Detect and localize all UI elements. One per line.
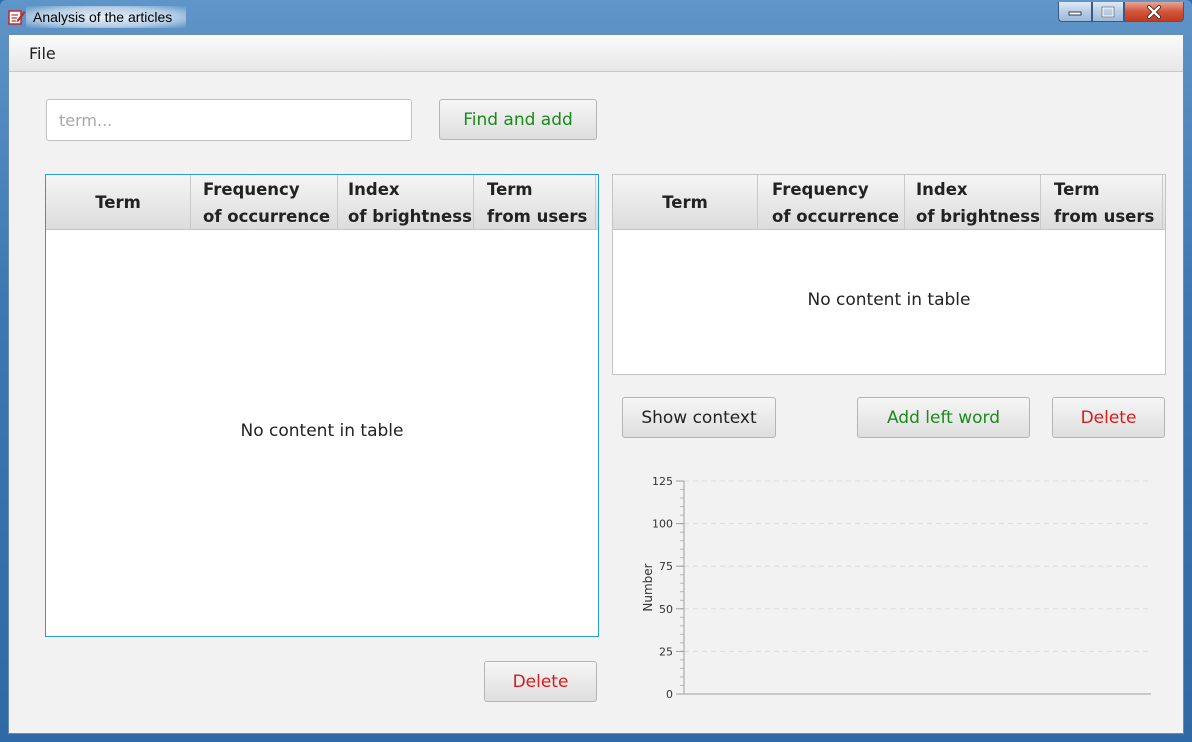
table-header: Term Frequency of occurrence Index of brig…: [613, 175, 1165, 230]
y-tick-label: 25: [659, 645, 673, 658]
minimize-button[interactable]: [1058, 2, 1092, 22]
show-context-button[interactable]: Show context: [622, 397, 776, 438]
window-title: Analysis of the articles: [33, 9, 173, 25]
column-header-brightness[interactable]: Index of brightness: [905, 175, 1041, 230]
menu-file[interactable]: File: [21, 44, 64, 63]
y-tick-label: 50: [659, 603, 673, 616]
y-tick-label: 125: [652, 475, 673, 488]
frequency-chart: 0 25 50 75 100 125 Number: [641, 475, 1151, 701]
column-header-user-term[interactable]: Term from users: [474, 175, 596, 230]
minimize-icon: [1068, 11, 1082, 15]
left-terms-table[interactable]: Term Frequency of occurrence Index of brig…: [45, 174, 599, 637]
search-input[interactable]: [46, 99, 412, 141]
close-icon: [1147, 4, 1161, 19]
app-icon: [8, 10, 26, 25]
column-header-brightness[interactable]: Index of brightness: [338, 175, 474, 230]
empty-table-message: No content in table: [240, 421, 404, 441]
right-terms-table[interactable]: Term Frequency of occurrence Index of brig…: [612, 174, 1166, 375]
client-area: File Find and add Term Frequencyof occur…: [8, 34, 1184, 734]
y-tick-label: 100: [652, 518, 673, 531]
app-window: Analysis of the articles File Find and a…: [0, 0, 1192, 742]
y-axis-label: Number: [641, 563, 655, 611]
column-header-user-term[interactable]: Term from users: [1041, 175, 1163, 230]
empty-table-message: No content in table: [807, 290, 971, 310]
title-bar[interactable]: Analysis of the articles: [0, 0, 1192, 34]
column-header-frequency[interactable]: Frequency of occurrence: [191, 175, 338, 230]
y-tick-label: 0: [666, 688, 673, 701]
table-header: Term Frequency of occurrence Index of brig…: [46, 175, 598, 230]
delete-right-button[interactable]: Delete: [1052, 397, 1165, 438]
column-header-term[interactable]: Term: [46, 175, 191, 230]
delete-left-button[interactable]: Delete: [484, 661, 597, 702]
close-button[interactable]: [1124, 2, 1184, 22]
y-tick-label: 75: [659, 560, 673, 573]
maximize-button[interactable]: [1092, 2, 1124, 22]
column-header-term[interactable]: Term: [613, 175, 758, 230]
maximize-icon: [1101, 6, 1115, 17]
find-and-add-button[interactable]: Find and add: [439, 99, 597, 140]
column-header-frequency[interactable]: Frequency of occurrence: [758, 175, 905, 230]
menu-bar: File: [9, 35, 1183, 72]
add-left-word-button[interactable]: Add left word: [857, 397, 1030, 438]
